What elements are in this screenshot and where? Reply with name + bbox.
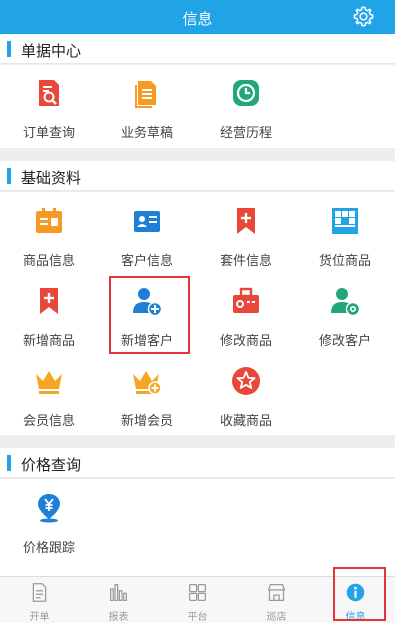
- section-header-basic-data: 基础资料: [0, 161, 395, 191]
- store-icon: [268, 584, 285, 601]
- tile-label: 客户信息: [120, 253, 173, 268]
- highlight-add-customer: [109, 276, 190, 354]
- tile-label: 货位商品: [318, 253, 371, 268]
- order-query-button[interactable]: 订单查询: [0, 77, 98, 147]
- member-info-button[interactable]: 会员信息: [0, 365, 98, 435]
- edit-product-button[interactable]: 修改商品: [197, 285, 295, 355]
- shelf-icon: [332, 208, 358, 234]
- price-location-icon: [38, 494, 60, 523]
- kit-info-button[interactable]: 套件信息: [197, 205, 295, 275]
- tile-label: 订单查询: [22, 125, 75, 140]
- bar-chart-icon: [110, 584, 127, 601]
- section-title: 价格查询: [21, 457, 82, 474]
- tile-label: 经营历程: [219, 125, 272, 140]
- section-header-documents: 单据中心: [0, 34, 395, 64]
- order-search-icon: [39, 80, 59, 106]
- add-product-button[interactable]: 新增商品: [0, 285, 98, 355]
- contact-card-icon: [134, 211, 160, 232]
- tab-billing[interactable]: 开单: [0, 577, 79, 623]
- tab-label: 平台: [187, 612, 208, 623]
- page-title: 信息: [182, 11, 213, 28]
- section-panel-basic-data: 商品信息 客户信息 套件信息 货位商品 新增商品 新增客户 修改商品 修改客户 …: [0, 192, 395, 435]
- tab-label: 开单: [29, 612, 50, 623]
- location-products-button[interactable]: 货位商品: [296, 205, 394, 275]
- top-bar: 信息: [0, 0, 395, 34]
- bookmark-plus-icon: [237, 208, 255, 234]
- tab-store-inspection[interactable]: 巡店: [237, 577, 316, 623]
- crown-icon: [36, 371, 62, 394]
- tab-platform[interactable]: 平台: [158, 577, 237, 623]
- tile-label: 会员信息: [22, 413, 75, 428]
- business-history-button[interactable]: 经营历程: [197, 77, 295, 147]
- bookmark-plus-icon: [40, 288, 58, 314]
- crown-add-icon: [133, 371, 162, 395]
- highlight-info-tab: [333, 567, 386, 621]
- tab-label: 报表: [108, 612, 129, 623]
- product-info-button[interactable]: 商品信息: [0, 205, 98, 275]
- clock-icon: [233, 80, 259, 106]
- grid-icon: [189, 584, 206, 601]
- tile-label: 价格跟踪: [22, 540, 75, 555]
- tab-label: 巡店: [266, 612, 287, 623]
- tile-label: 修改商品: [219, 333, 272, 348]
- section-panel-documents: 订单查询 业务草稿 经营历程: [0, 65, 395, 148]
- draft-document-icon: [135, 81, 156, 108]
- document-icon: [32, 583, 47, 602]
- section-title: 单据中心: [21, 43, 82, 60]
- price-tracking-button[interactable]: 价格跟踪: [0, 492, 98, 562]
- gear-icon[interactable]: [352, 5, 375, 28]
- favorite-products-button[interactable]: 收藏商品: [197, 365, 295, 435]
- tile-label: 商品信息: [22, 253, 75, 268]
- section-header-price-query: 价格查询: [0, 448, 395, 478]
- star-badge-icon: [232, 367, 260, 395]
- tile-label: 修改客户: [318, 333, 371, 348]
- section-marker: [7, 41, 11, 57]
- customer-info-button[interactable]: 客户信息: [98, 205, 196, 275]
- edit-customer-button[interactable]: 修改客户: [296, 285, 394, 355]
- business-draft-button[interactable]: 业务草稿: [98, 77, 196, 147]
- box-edit-icon: [233, 287, 259, 313]
- section-marker: [7, 455, 11, 471]
- section-title: 基础资料: [21, 170, 82, 187]
- section-panel-price-query: 价格跟踪: [0, 479, 395, 576]
- tile-label: 业务草稿: [120, 125, 173, 140]
- tab-reports[interactable]: 报表: [79, 577, 158, 623]
- tile-label: 新增会员: [120, 413, 173, 428]
- add-member-button[interactable]: 新增会员: [98, 365, 196, 435]
- product-info-icon: [36, 208, 62, 233]
- user-settings-icon: [331, 288, 361, 317]
- tile-label: 收藏商品: [219, 413, 272, 428]
- section-marker: [7, 168, 11, 184]
- tile-label: 新增商品: [22, 333, 75, 348]
- tile-label: 套件信息: [219, 253, 272, 268]
